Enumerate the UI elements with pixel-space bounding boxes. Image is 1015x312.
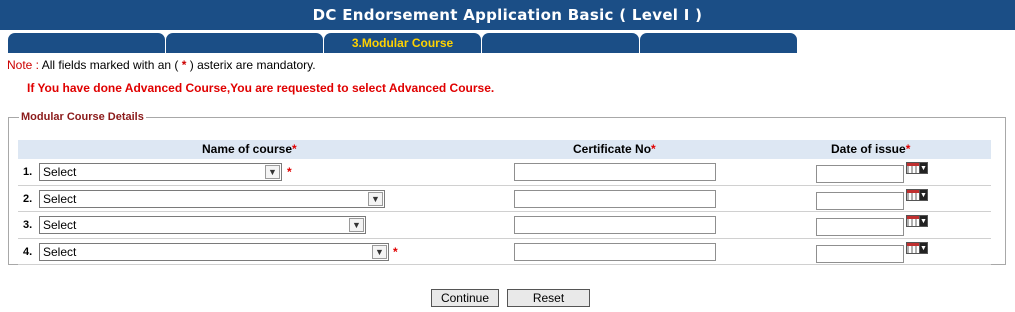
- date-of-issue-input[interactable]: [816, 244, 904, 263]
- calendar-icon: [906, 215, 920, 227]
- required-asterisk: *: [651, 142, 656, 156]
- calendar-icon: [906, 162, 920, 174]
- column-header-certificate: Certificate No*: [573, 142, 656, 156]
- note-text-before: All fields marked with an (: [39, 58, 182, 72]
- course-select[interactable]: Select ▼: [39, 163, 282, 181]
- note-prefix: Note :: [7, 58, 40, 72]
- row-number: 2.: [23, 192, 33, 205]
- chevron-down-icon: ▼: [372, 244, 387, 259]
- required-asterisk: *: [292, 142, 297, 156]
- required-asterisk: *: [393, 244, 398, 259]
- certificate-no-input[interactable]: [514, 189, 716, 208]
- certificate-no-input[interactable]: [514, 216, 716, 234]
- tab-step-1[interactable]: [8, 33, 165, 53]
- calendar-icon: [906, 241, 920, 254]
- course-select[interactable]: Select ▼: [39, 216, 366, 234]
- table-header: Name of course* Certificate No* Date of …: [18, 140, 991, 159]
- course-select[interactable]: Select ▼: [39, 189, 385, 208]
- date-of-issue-input[interactable]: [816, 218, 904, 236]
- table-row: 2. Select ▼ ▼: [18, 186, 991, 212]
- modular-course-details: Modular Course Details Name of course* C…: [8, 111, 1006, 265]
- required-asterisk: *: [287, 165, 292, 179]
- course-select[interactable]: Select ▼: [39, 242, 389, 261]
- tab-step-5[interactable]: [640, 33, 797, 53]
- certificate-no-input[interactable]: [514, 242, 716, 261]
- step-tabs: 3.Modular Course: [8, 33, 798, 53]
- date-of-issue-input[interactable]: [816, 165, 904, 183]
- chevron-down-icon: ▼: [920, 215, 928, 227]
- course-table: Name of course* Certificate No* Date of …: [18, 140, 991, 265]
- tab-step-4[interactable]: [482, 33, 639, 53]
- row-number: 4.: [23, 245, 33, 258]
- table-row: 3. Select ▼ ▼: [18, 212, 991, 239]
- note-text-after: ) asterix are mandatory.: [186, 58, 316, 72]
- calendar-button[interactable]: ▼: [906, 188, 929, 201]
- tab-modular-course[interactable]: 3.Modular Course: [324, 33, 481, 53]
- date-of-issue-input[interactable]: [816, 191, 904, 210]
- chevron-down-icon: ▼: [920, 162, 928, 174]
- row-number: 3.: [23, 219, 33, 231]
- row-number: 1.: [23, 166, 33, 178]
- page-title: DC Endorsement Application Basic ( Level…: [0, 0, 1015, 30]
- column-header-course: Name of course*: [202, 142, 297, 156]
- calendar-button[interactable]: ▼: [906, 215, 929, 227]
- calendar-icon: [906, 188, 920, 201]
- chevron-down-icon: ▼: [920, 241, 928, 254]
- chevron-down-icon: ▼: [349, 218, 364, 232]
- continue-button[interactable]: Continue: [431, 289, 499, 307]
- advanced-course-advice: If You have done Advanced Course,You are…: [27, 81, 495, 95]
- tab-step-2[interactable]: [166, 33, 323, 53]
- calendar-button[interactable]: ▼: [906, 162, 929, 174]
- mandatory-note: Note : All fields marked with an ( * ) a…: [7, 58, 316, 72]
- table-row: 4. Select ▼ * ▼: [18, 239, 991, 265]
- chevron-down-icon: ▼: [265, 165, 280, 179]
- chevron-down-icon: ▼: [920, 188, 928, 201]
- reset-button[interactable]: Reset: [507, 289, 590, 307]
- required-asterisk: *: [905, 142, 911, 156]
- calendar-button[interactable]: ▼: [906, 241, 929, 254]
- column-header-date: Date of issue*: [831, 142, 911, 156]
- chevron-down-icon: ▼: [368, 191, 383, 206]
- section-legend: Modular Course Details: [21, 111, 144, 123]
- table-row: 1. Select ▼ * ▼: [18, 159, 991, 186]
- certificate-no-input[interactable]: [514, 163, 716, 181]
